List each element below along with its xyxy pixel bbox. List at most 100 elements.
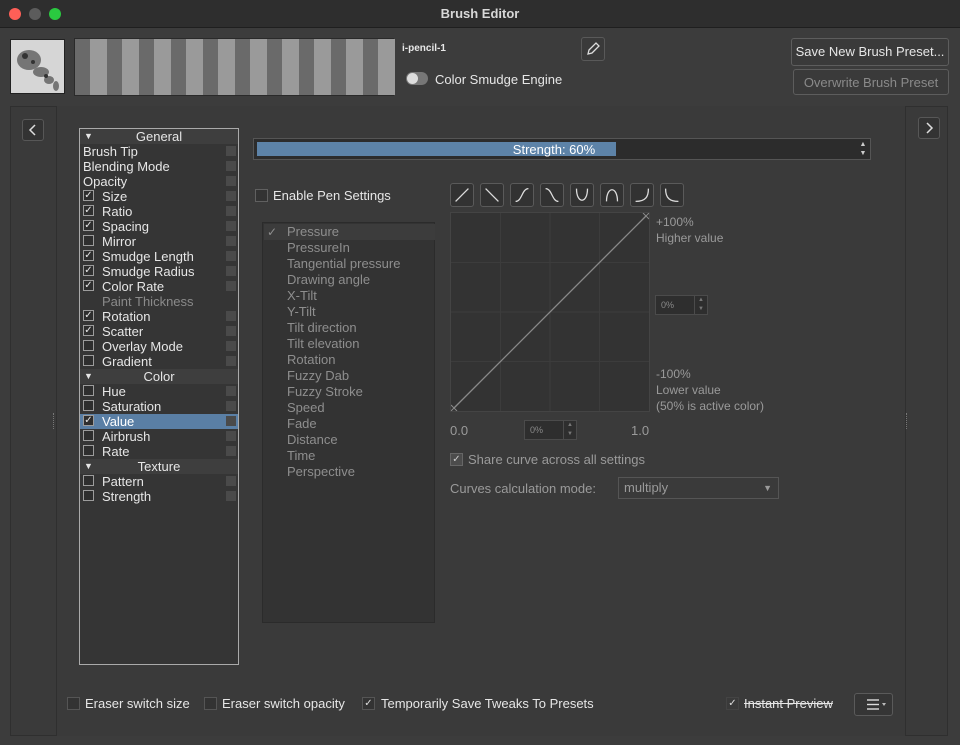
option-hue[interactable]: Hue [80,384,238,399]
option-lock-icon[interactable] [226,191,236,201]
option-rotation[interactable]: ✓ Rotation [80,309,238,324]
edit-preset-name-button[interactable] [581,37,605,61]
curve-x-spinbox[interactable]: 0% ▲ ▼ [524,420,577,440]
sensor-x-tilt[interactable]: X-Tilt [287,288,317,304]
collapse-right-button[interactable] [918,117,940,139]
option-opacity[interactable]: Opacity [80,174,238,189]
strength-spin[interactable]: ▲ ▼ [857,140,869,158]
option-blending-mode[interactable]: Blending Mode [80,159,238,174]
brush-thumbnail[interactable] [10,39,65,94]
sensor-y-tilt[interactable]: Y-Tilt [287,304,316,320]
option-pattern[interactable]: Pattern [80,474,238,489]
option-lock-icon[interactable] [226,311,236,321]
eraser-opacity-checkbox[interactable] [204,697,217,710]
option-lock-icon[interactable] [226,206,236,216]
option-checkbox[interactable]: ✓ [83,415,94,426]
sensor-distance[interactable]: Distance [287,432,338,448]
sensor-tangential-pressure[interactable]: Tangential pressure [287,256,400,272]
option-checkbox[interactable]: ✓ [83,250,94,261]
option-checkbox[interactable] [83,445,94,456]
option-lock-icon[interactable] [226,236,236,246]
option-gradient[interactable]: Gradient [80,354,238,369]
option-saturation[interactable]: Saturation [80,399,238,414]
engine-toggle[interactable] [406,72,428,85]
curve-y-spinbox[interactable]: 0% ▲ ▼ [655,295,708,315]
share-curve-checkbox[interactable]: ✓ [450,453,463,466]
sensor-fuzzy-dab[interactable]: Fuzzy Dab [287,368,349,384]
option-lock-icon[interactable] [226,476,236,486]
spin-arrows-icon[interactable]: ▲ ▼ [563,421,576,439]
sensor-list[interactable]: ✓ Pressure PressureIn Tangential pressure D… [262,222,435,623]
option-rate[interactable]: Rate [80,444,238,459]
option-checkbox[interactable] [83,430,94,441]
option-checkbox[interactable]: ✓ [83,280,94,291]
curve-preset-button-1[interactable] [450,183,474,207]
sensor-speed[interactable]: Speed [287,400,325,416]
option-smudge-length[interactable]: ✓ Smudge Length [80,249,238,264]
curve-preset-button-2[interactable] [480,183,504,207]
curve-preset-button-5[interactable] [570,183,594,207]
sensor-drawing-angle[interactable]: Drawing angle [287,272,370,288]
option-checkbox[interactable] [83,385,94,396]
curve-preset-button-8[interactable] [660,183,684,207]
option-lock-icon[interactable] [226,386,236,396]
option-smudge-radius[interactable]: ✓ Smudge Radius [80,264,238,279]
option-lock-icon[interactable] [226,356,236,366]
option-lock-icon[interactable] [226,401,236,411]
option-lock-icon[interactable] [226,161,236,171]
option-lock-icon[interactable] [226,341,236,351]
sensor-pressurein[interactable]: PressureIn [287,240,350,256]
option-checkbox[interactable] [83,400,94,411]
option-lock-icon[interactable] [226,221,236,231]
option-checkbox[interactable] [83,340,94,351]
option-paint-thickness[interactable]: Paint Thickness [80,294,238,309]
curve-editor[interactable] [450,212,650,412]
sensor-perspective[interactable]: Perspective [287,464,355,480]
expand-triangle-icon[interactable]: ▼ [84,129,93,144]
option-lock-icon[interactable] [226,251,236,261]
overwrite-preset-button[interactable]: Overwrite Brush Preset [793,69,949,95]
curve-preset-button-6[interactable] [600,183,624,207]
option-size[interactable]: ✓ Size [80,189,238,204]
curve-preset-button-4[interactable] [540,183,564,207]
option-lock-icon[interactable] [226,431,236,441]
option-checkbox[interactable] [83,235,94,246]
sensor-fade[interactable]: Fade [287,416,317,432]
option-group-general[interactable]: ▼ General [80,129,238,144]
option-checkbox[interactable] [83,355,94,366]
temp-save-checkbox[interactable]: ✓ [362,697,375,710]
option-checkbox[interactable]: ✓ [83,205,94,216]
calc-mode-select[interactable]: multiply ▼ [618,477,779,499]
splitter-handle-right[interactable] [906,413,909,429]
option-overlay-mode[interactable]: Overlay Mode [80,339,238,354]
curve-preset-button-7[interactable] [630,183,654,207]
option-lock-icon[interactable] [226,176,236,186]
option-lock-icon[interactable] [226,446,236,456]
option-airbrush[interactable]: Airbrush [80,429,238,444]
sensor-fuzzy-stroke[interactable]: Fuzzy Stroke [287,384,363,400]
sensor-time[interactable]: Time [287,448,315,464]
option-checkbox[interactable]: ✓ [83,310,94,321]
option-lock-icon[interactable] [226,146,236,156]
option-lock-icon[interactable] [226,281,236,291]
option-ratio[interactable]: ✓ Ratio [80,204,238,219]
option-checkbox[interactable]: ✓ [83,325,94,336]
brush-options-list[interactable]: ▼ General Brush Tip Blending Mode Opacity ✓ Si… [79,128,239,665]
sensor-tilt-direction[interactable]: Tilt direction [287,320,357,336]
option-group-color[interactable]: ▼ Color [80,369,238,384]
option-checkbox[interactable]: ✓ [83,220,94,231]
curve-preset-button-3[interactable] [510,183,534,207]
option-lock-icon[interactable] [226,266,236,276]
option-lock-icon[interactable] [226,416,236,426]
option-lock-icon[interactable] [226,326,236,336]
strength-slider[interactable]: Strength: 60% ▲ ▼ [253,138,871,160]
save-new-preset-button[interactable]: Save New Brush Preset... [791,38,949,66]
sensor-rotation[interactable]: Rotation [287,352,335,368]
enable-pen-settings-checkbox[interactable] [255,189,268,202]
eraser-size-checkbox[interactable] [67,697,80,710]
sensor-tilt-elevation[interactable]: Tilt elevation [287,336,360,352]
option-checkbox[interactable]: ✓ [83,190,94,201]
stroke-preview[interactable] [74,38,395,96]
expand-triangle-icon[interactable]: ▼ [84,369,93,384]
option-scatter[interactable]: ✓ Scatter [80,324,238,339]
